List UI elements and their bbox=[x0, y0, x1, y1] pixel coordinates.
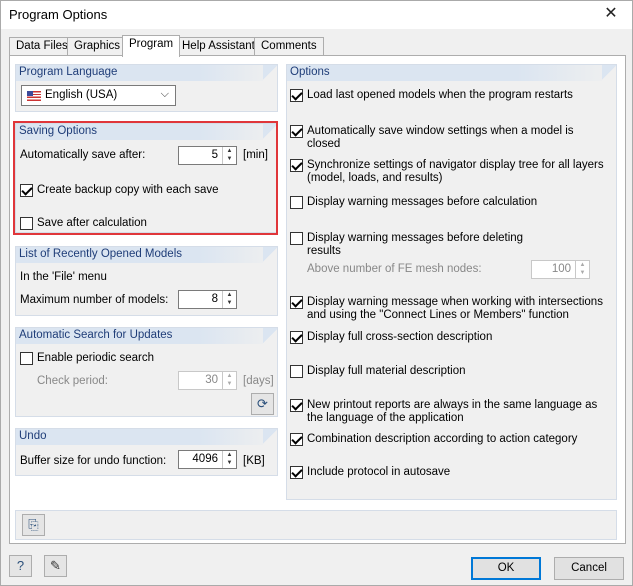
option-printout-language-checkbox[interactable] bbox=[290, 399, 303, 412]
options-group: Options Load last opened models when the… bbox=[286, 64, 617, 500]
option-protocol-autosave-label[interactable]: Include protocol in autosave bbox=[307, 466, 450, 478]
option-cross-section-label[interactable]: Display full cross-section description bbox=[307, 331, 492, 343]
option-sync-navigator-label[interactable]: Synchronize settings of navigator displa… bbox=[307, 159, 604, 171]
stepper-arrows: ▲ ▼ bbox=[222, 372, 236, 389]
window-title: Program Options bbox=[9, 7, 108, 22]
periodic-search-label[interactable]: Enable periodic search bbox=[37, 352, 154, 364]
stepper-arrows: ▲ ▼ bbox=[575, 261, 589, 278]
max-models-label: Maximum number of models: bbox=[20, 294, 169, 306]
group-header: Program Language bbox=[16, 65, 277, 81]
stepper-arrows[interactable]: ▲ ▼ bbox=[222, 291, 236, 308]
flag-usa-icon bbox=[27, 91, 41, 101]
option-protocol-autosave-checkbox[interactable] bbox=[290, 466, 303, 479]
option-save-window-checkbox[interactable] bbox=[290, 125, 303, 138]
option-warn-calc-checkbox[interactable] bbox=[290, 196, 303, 209]
check-period-unit: [days] bbox=[243, 375, 274, 387]
group-header: Options bbox=[287, 65, 616, 81]
group-header: Automatic Search for Updates bbox=[16, 328, 277, 344]
option-warn-intersections-label[interactable]: Display warning message when working wit… bbox=[307, 296, 603, 308]
option-cross-section-checkbox[interactable] bbox=[290, 331, 303, 344]
fe-nodes-stepper: 100 ▲ ▼ bbox=[531, 260, 590, 279]
group-header: Undo bbox=[16, 429, 277, 445]
help-icon[interactable]: ? bbox=[9, 555, 32, 577]
chevron-down-icon: ⌵ bbox=[160, 88, 169, 100]
option-warn-delete-checkbox[interactable] bbox=[290, 232, 303, 245]
option-warn-delete-label[interactable]: Display warning messages before deleting bbox=[307, 232, 523, 244]
stepper-arrows[interactable]: ▲ ▼ bbox=[222, 451, 236, 468]
tab-program[interactable]: Program bbox=[122, 35, 181, 57]
undo-buffer-unit: [KB] bbox=[243, 455, 265, 467]
program-options-dialog: Program Options ✕ Data Files Graphics Pr… bbox=[0, 0, 633, 586]
option-printout-language-label-2[interactable]: the language of the application bbox=[307, 412, 464, 424]
cancel-button[interactable]: Cancel bbox=[554, 557, 624, 580]
check-period-stepper: 30 ▲ ▼ bbox=[178, 371, 237, 390]
program-language-group: Program Language English (USA) ⌵ bbox=[15, 64, 278, 112]
option-warn-intersections-label-2[interactable]: and using the "Connect Lines or Members"… bbox=[307, 309, 569, 321]
option-printout-language-label[interactable]: New printout reports are always in the s… bbox=[307, 399, 597, 411]
updates-group: Automatic Search for Updates Enable peri… bbox=[15, 327, 278, 417]
edit-icon[interactable]: ✎ bbox=[44, 555, 67, 577]
tab-data-files[interactable]: Data Files bbox=[9, 37, 75, 56]
file-menu-label: In the 'File' menu bbox=[20, 271, 107, 283]
highlight-box bbox=[13, 121, 278, 235]
recent-models-group: List of Recently Opened Models In the 'F… bbox=[15, 246, 278, 316]
option-save-window-label-2[interactable]: closed bbox=[307, 138, 340, 150]
option-sync-navigator-label-2[interactable]: (model, loads, and results) bbox=[307, 172, 443, 184]
group-header: List of Recently Opened Models bbox=[16, 247, 277, 263]
option-warn-delete-label-2[interactable]: results bbox=[307, 245, 341, 257]
panel-footer-bar: ⎘ bbox=[15, 510, 617, 540]
check-period-label: Check period: bbox=[37, 375, 108, 387]
tab-comments[interactable]: Comments bbox=[254, 37, 324, 56]
option-warn-calc-label[interactable]: Display warning messages before calculat… bbox=[307, 196, 537, 208]
option-load-last-checkbox[interactable] bbox=[290, 89, 303, 102]
option-combination-desc-checkbox[interactable] bbox=[290, 433, 303, 446]
max-models-stepper[interactable]: 8 ▲ ▼ bbox=[178, 290, 237, 309]
undo-buffer-label: Buffer size for undo function: bbox=[20, 455, 167, 467]
undo-buffer-stepper[interactable]: 4096 ▲ ▼ bbox=[178, 450, 237, 469]
fe-nodes-label: Above number of FE mesh nodes: bbox=[307, 263, 482, 275]
ok-button[interactable]: OK bbox=[471, 557, 541, 580]
undo-group: Undo Buffer size for undo function: 4096… bbox=[15, 428, 278, 476]
option-save-window-label[interactable]: Automatically save window settings when … bbox=[307, 125, 574, 137]
option-combination-desc-label[interactable]: Combination description according to act… bbox=[307, 433, 577, 445]
reset-icon[interactable]: ⎘ bbox=[22, 514, 45, 536]
update-icon[interactable]: ⟳ bbox=[251, 393, 274, 415]
periodic-search-checkbox[interactable] bbox=[20, 352, 33, 365]
option-material-label[interactable]: Display full material description bbox=[307, 365, 466, 377]
tab-graphics[interactable]: Graphics bbox=[67, 37, 128, 56]
language-select[interactable]: English (USA) ⌵ bbox=[21, 85, 176, 106]
title-bar: Program Options ✕ bbox=[1, 1, 632, 29]
option-load-last-label[interactable]: Load last opened models when the program… bbox=[307, 89, 573, 101]
tab-help-assistant[interactable]: Help Assistant bbox=[175, 37, 262, 56]
option-material-checkbox[interactable] bbox=[290, 365, 303, 378]
option-warn-intersections-checkbox[interactable] bbox=[290, 296, 303, 309]
close-icon[interactable]: ✕ bbox=[600, 3, 622, 25]
language-value: English (USA) bbox=[45, 89, 118, 101]
option-sync-navigator-checkbox[interactable] bbox=[290, 159, 303, 172]
